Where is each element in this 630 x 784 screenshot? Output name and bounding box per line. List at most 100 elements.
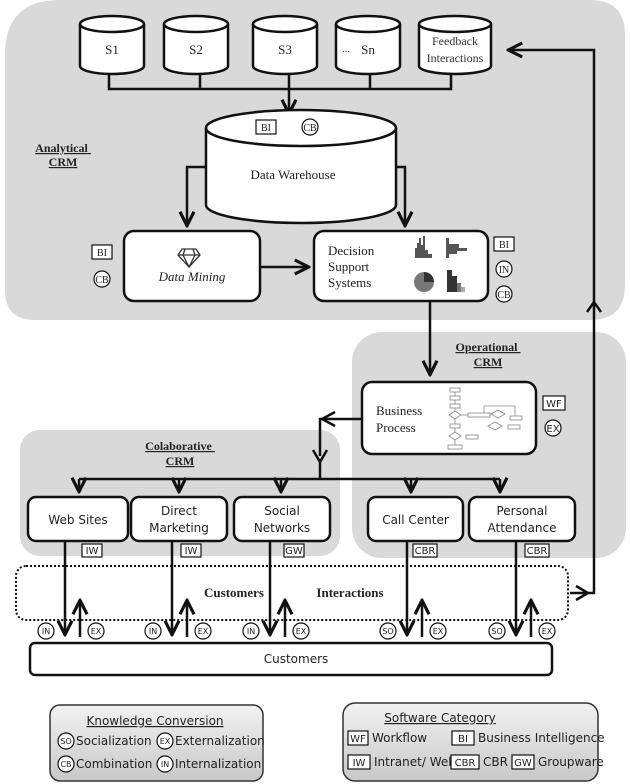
svg-text:CBR: CBR (455, 758, 476, 769)
software-badge-cbr: CBR (412, 543, 438, 558)
svg-text:Combination: Combination (76, 757, 152, 771)
source-label: S2 (189, 42, 203, 57)
software-badge-iw: IW (81, 543, 103, 558)
knowledge-badge-ex: EX (194, 622, 212, 640)
source-db-3[interactable]: S3 (251, 14, 319, 76)
source-db-2[interactable]: S2 (162, 14, 230, 76)
mining-badge-bi: BI (91, 244, 113, 260)
channels: Web Sites IW IN EX Direct Marketing IW IN EX Soci… (26, 479, 577, 640)
svg-text:CB: CB (60, 760, 71, 769)
channel-web-sites[interactable]: Web Sites (26, 495, 130, 543)
legend-item-combination: CB Combination (57, 755, 152, 773)
software-badge-iw: IW (180, 543, 202, 558)
knowledge-badge-in: IN (242, 622, 260, 640)
knowledge-badge-ex: EX (429, 622, 447, 640)
legend-item-cbr: CBR CBR (450, 754, 508, 770)
svg-text:IN: IN (42, 627, 50, 636)
dss-label: Decision Support Systems (328, 243, 377, 290)
dss-badge-cb: CB (495, 285, 513, 303)
svg-text:IW: IW (86, 546, 99, 557)
svg-text:Intranet/ Web: Intranet/ Web (374, 755, 456, 769)
feedback-interactions-db[interactable]: Feedback Interactions (417, 14, 493, 76)
svg-text:EX: EX (296, 627, 307, 636)
customers-bar[interactable]: Customers (28, 641, 554, 677)
data-warehouse-label: Data Warehouse (251, 167, 336, 182)
source-label: S3 (278, 42, 292, 57)
data-warehouse[interactable]: Data Warehouse (204, 108, 398, 225)
svg-text:IN: IN (149, 627, 157, 636)
svg-text:CBR: CBR (415, 546, 436, 557)
svg-text:IN: IN (499, 265, 510, 276)
knowledge-badge-ex: EX (538, 622, 556, 640)
svg-text:EX: EX (542, 627, 553, 636)
legend-knowledge-title: Knowledge Conversion (86, 714, 223, 728)
legend-software-category: Software Category WF Workflow BI Business I… (342, 702, 605, 782)
svg-text:GW: GW (285, 546, 303, 557)
source-label: S1 (105, 42, 119, 57)
svg-text:CB: CB (497, 290, 511, 301)
svg-text:EX: EX (198, 627, 209, 636)
warehouse-badge-cb: CB (301, 118, 319, 136)
knowledge-badge-so: SO (488, 622, 506, 640)
svg-text:CBR: CBR (527, 546, 548, 557)
svg-text:SO: SO (491, 627, 502, 636)
channel-call-center[interactable]: Call Center (366, 495, 465, 543)
data-mining-label: Data Mining (158, 269, 226, 284)
data-sources: S1 S2 S3 Sn Feedback Interactions (78, 14, 493, 76)
svg-text:SO: SO (60, 737, 71, 746)
svg-text:BI: BI (97, 248, 107, 259)
crm-diagram: Analytical CRM Operational CRM Colaborat… (5, 0, 626, 782)
software-badge-gw: GW (283, 543, 305, 558)
warehouse-badge-bi: BI (255, 119, 277, 135)
svg-text:Workflow: Workflow (372, 731, 427, 745)
svg-text:IN: IN (161, 760, 169, 769)
svg-text:WF: WF (546, 399, 562, 410)
svg-text:WF: WF (350, 734, 366, 745)
channel-direct-marketing[interactable]: Direct Marketing (129, 495, 229, 543)
channel-label: Call Center (382, 513, 449, 527)
dss-badge-bi: BI (493, 236, 515, 252)
channel-label: Web Sites (48, 513, 107, 527)
svg-text:EX: EX (433, 627, 444, 636)
legend-item-groupware: GW Groupware (511, 754, 604, 770)
svg-text:IW: IW (185, 546, 198, 557)
svg-text:Socialization: Socialization (76, 734, 152, 748)
svg-text:EX: EX (160, 737, 171, 746)
knowledge-badge-so: SO (379, 622, 397, 640)
source-db-1[interactable]: S1 (78, 14, 146, 76)
knowledge-badge-in: IN (37, 622, 55, 640)
mining-badge-cb: CB (93, 270, 111, 288)
data-mining-box[interactable]: Data Mining (122, 229, 262, 303)
process-badge-wf: WF (542, 395, 566, 411)
dss-badge-in: IN (495, 260, 513, 278)
svg-text:Business Intelligence: Business Intelligence (478, 731, 605, 745)
interactions-label-left: Customers (204, 585, 264, 600)
software-badge-cbr: CBR (524, 543, 550, 558)
process-badge-ex: EX (544, 419, 562, 437)
knowledge-badge-in: IN (144, 622, 162, 640)
business-process-box[interactable]: Business Process (360, 380, 538, 456)
svg-text:EX: EX (546, 424, 559, 435)
legend-item-workflow: WF Workflow (347, 730, 427, 746)
svg-text:Externalization: Externalization (175, 734, 265, 748)
svg-text:CBR: CBR (483, 755, 508, 769)
svg-text:IW: IW (353, 758, 366, 769)
svg-text:SO: SO (382, 627, 393, 636)
svg-text:Groupware: Groupware (538, 755, 604, 769)
svg-text:BI: BI (261, 123, 271, 134)
svg-text:IN: IN (247, 627, 255, 636)
svg-text:GW: GW (514, 758, 532, 769)
interactions-label-right: Interactions (316, 585, 383, 600)
svg-text:BI: BI (458, 734, 468, 745)
channel-social-networks[interactable]: Social Networks (232, 495, 332, 543)
svg-text:CB: CB (95, 275, 109, 286)
knowledge-badge-ex: EX (292, 622, 310, 640)
dss-box[interactable]: Decision Support Systems (312, 229, 490, 303)
channel-personal-attendance[interactable]: Personal Attendance (467, 495, 577, 543)
customers-label: Customers (264, 652, 329, 666)
svg-text:Internalization: Internalization (175, 757, 261, 771)
legend-software-title: Software Category (384, 711, 496, 725)
knowledge-badge-ex: EX (87, 622, 105, 640)
svg-text:CB: CB (303, 123, 317, 134)
legend-item-intranet-web: IW Intranet/ Web (347, 754, 456, 770)
